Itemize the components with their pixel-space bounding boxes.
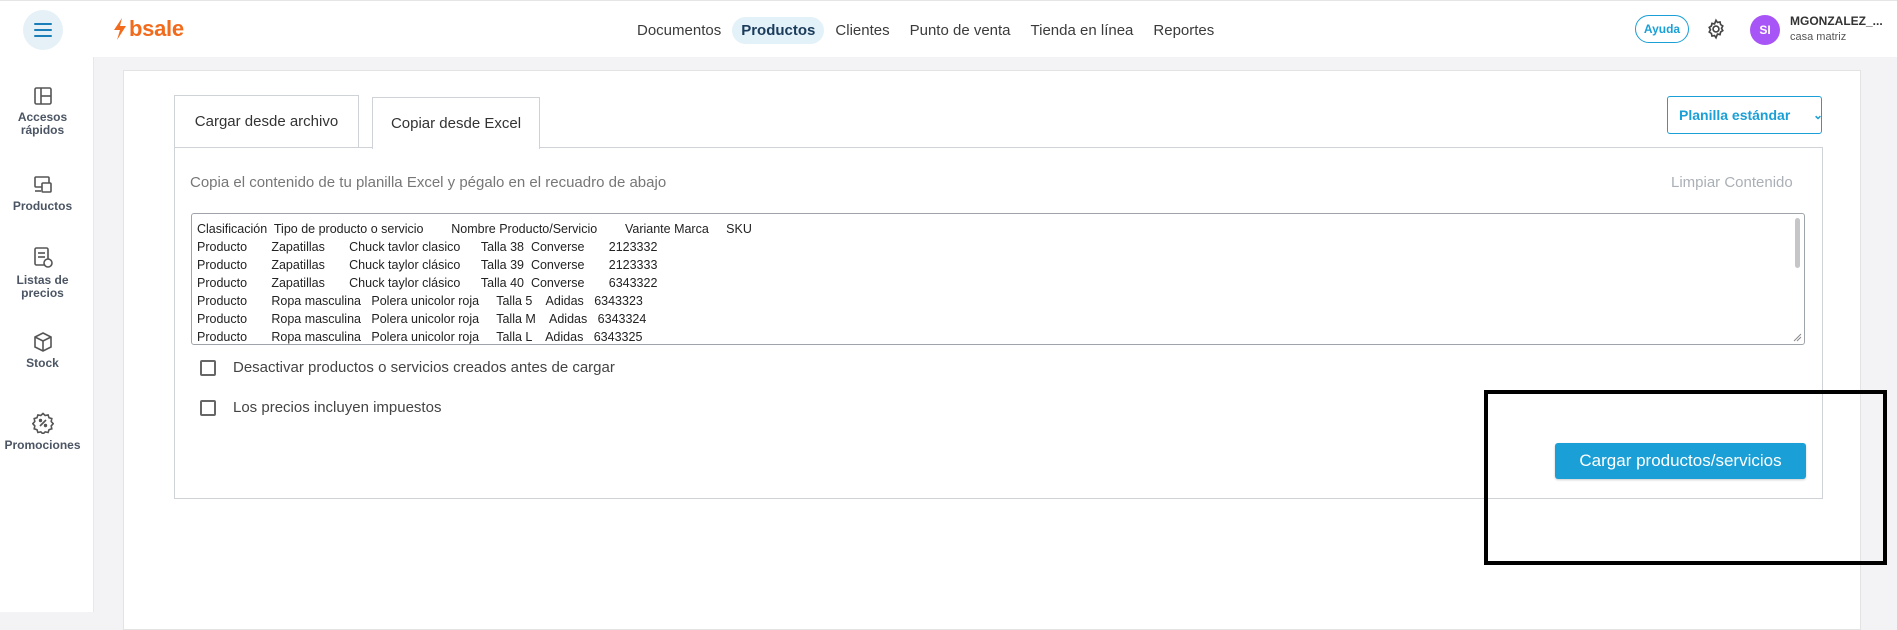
prices-include-taxes-checkbox[interactable] (200, 399, 216, 416)
user-avatar[interactable]: SI (1750, 15, 1780, 45)
sidebar-label: Productos (12, 199, 73, 213)
paste-row: Producto Zapatillas Chuck tavlor clasico… (197, 240, 658, 254)
chevron-down-icon: ⌄ (1812, 108, 1823, 122)
logo-text: bsale (129, 16, 184, 41)
products-icon (33, 176, 52, 193)
sidebar-item-listas-de-precios[interactable]: Listas de precios (0, 247, 85, 300)
template-label: Planilla estándar (1679, 107, 1791, 123)
nav-reportes[interactable]: Reportes (1144, 17, 1223, 44)
textarea-scrollbar[interactable] (1795, 218, 1800, 268)
nav-tienda-en-linea[interactable]: Tienda en línea (1022, 17, 1143, 44)
price-list-icon (33, 247, 53, 268)
tab-copiar-desde-excel[interactable]: Copiar desde Excel (372, 97, 540, 149)
settings-button[interactable] (1705, 18, 1727, 45)
paste-row: Producto Ropa masculina Polera unicolor … (197, 294, 643, 308)
paste-row: Producto Ropa masculina Polera unicolor … (197, 312, 647, 326)
sidebar-label: Promociones (4, 438, 81, 452)
paste-row: Producto Zapatillas Chuck taylor clásico… (197, 276, 658, 290)
resize-handle-icon[interactable] (1792, 332, 1802, 342)
sidebar-item-accesos-rapidos[interactable]: Accesos rápidos (0, 86, 85, 137)
paste-instructions: Copia el contenido de tu planilla Excel … (190, 174, 667, 191)
nav-productos[interactable]: Productos (732, 17, 825, 44)
deactivate-products-checkbox[interactable] (200, 359, 216, 376)
nav-punto-de-venta[interactable]: Punto de venta (901, 17, 1020, 44)
annotation-highlight-box (1484, 390, 1887, 565)
help-button[interactable]: Ayuda (1635, 15, 1689, 43)
nav-clientes[interactable]: Clientes (826, 17, 898, 44)
checkbox-label: Los precios incluyen impuestos (233, 399, 442, 416)
template-dropdown-button[interactable]: Planilla estándar ⌄ (1667, 96, 1823, 134)
paste-row: Clasificación Tipo de producto o servici… (197, 222, 752, 236)
main-nav: Documentos Productos Clientes Punto de v… (628, 17, 1225, 44)
deactivate-products-option[interactable]: Desactivar productos o servicios creados… (200, 359, 615, 376)
sidebar-label: Stock (26, 356, 59, 370)
user-branch: casa matriz (1790, 31, 1847, 43)
prices-include-taxes-option[interactable]: Los precios incluyen impuestos (200, 399, 441, 416)
gear-icon (1708, 18, 1724, 40)
top-header: bsale Documentos Productos Clientes Punt… (0, 0, 1897, 57)
sidebar-label: Accesos rápidos (17, 110, 68, 137)
box-icon (33, 332, 52, 352)
menu-icon (34, 23, 52, 37)
hamburger-menu-button[interactable] (23, 10, 63, 50)
tab-cargar-desde-archivo[interactable]: Cargar desde archivo (174, 95, 359, 148)
excel-paste-textarea[interactable]: Clasificación Tipo de producto o servici… (191, 213, 1805, 345)
sidebar: Accesos rápidos Productos Listas de prec… (0, 57, 94, 612)
sidebar-item-promociones[interactable]: Promociones (0, 412, 85, 452)
nav-documentos[interactable]: Documentos (628, 17, 730, 44)
user-name[interactable]: MGONZALEZ_... (1790, 14, 1883, 28)
layout-icon (33, 87, 52, 105)
sidebar-item-stock[interactable]: Stock (0, 332, 85, 370)
bolt-logo-icon (114, 18, 126, 40)
paste-row: Producto Zapatillas Chuck taylor clásico… (197, 258, 658, 272)
checkbox-label: Desactivar productos o servicios creados… (233, 359, 615, 376)
bsale-logo[interactable]: bsale (113, 16, 184, 42)
sidebar-item-productos[interactable]: Productos (0, 175, 85, 213)
paste-row: Producto Ropa masculina Polera unicolor … (197, 330, 643, 344)
discount-icon (31, 412, 54, 434)
clear-content-link[interactable]: Limpiar Contenido (1671, 174, 1793, 191)
sidebar-label: Listas de precios (16, 273, 69, 300)
